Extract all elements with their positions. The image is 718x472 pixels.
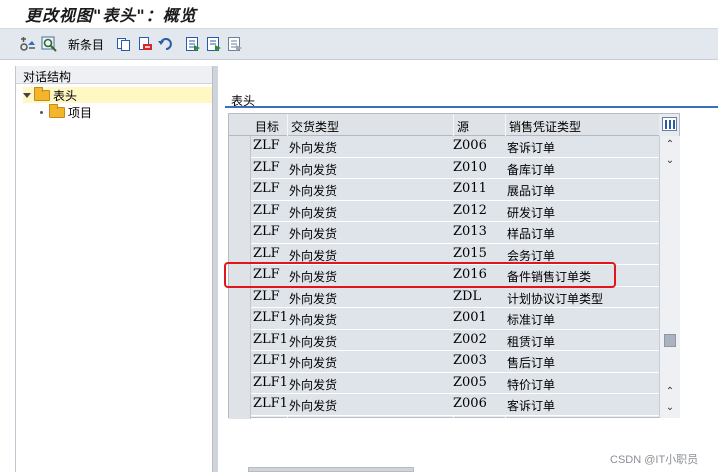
cell-source[interactable]: Z015	[453, 246, 487, 261]
column-header-sales-doc-type[interactable]: 销售凭证类型	[509, 118, 581, 135]
horizontal-scrollbar[interactable]	[248, 467, 414, 472]
cell-source[interactable]: Z006	[453, 396, 487, 411]
cell-delivery-type[interactable]: 外向发货	[289, 354, 337, 371]
cell-source[interactable]: Z010	[453, 160, 487, 175]
table-header: 目标 交货类型 源 销售凭证类型	[229, 114, 659, 136]
cell-delivery-type[interactable]: 外向发货	[289, 161, 337, 178]
cell-target[interactable]: ZLF1	[253, 310, 288, 325]
cell-target[interactable]: ZLF1	[253, 332, 288, 347]
cell-target[interactable]: ZLF1	[253, 375, 288, 390]
cell-target[interactable]: ZLF	[253, 246, 280, 261]
table-row[interactable]: ZLF 外向发货 Z010 备库订单	[251, 157, 659, 179]
cell-sales-doc-type[interactable]: 计划协议订单类型	[507, 290, 603, 307]
cell-source[interactable]: Z002	[453, 332, 487, 347]
tree-item-header[interactable]: 表头	[23, 86, 213, 103]
search-icon[interactable]	[40, 34, 60, 54]
cell-target[interactable]: ZLF	[253, 138, 280, 153]
cell-delivery-type[interactable]: 外向发货	[289, 139, 337, 156]
table-row[interactable]: ZLF 外向发货 Z012 研发订单	[251, 200, 659, 222]
panel-splitter[interactable]	[212, 66, 218, 472]
scroll-down-icon[interactable]: ⌄	[663, 155, 677, 167]
tree-bullet-icon	[40, 110, 43, 114]
highlight-box	[224, 262, 616, 288]
cell-target[interactable]: ZLF	[253, 203, 280, 218]
cell-sales-doc-type[interactable]: 特价订单	[507, 376, 555, 393]
table-row[interactable]: ZLF1 外向发货 Z006 客诉订单	[251, 394, 659, 416]
cell-delivery-type[interactable]: 外向发货	[289, 204, 337, 221]
cell-delivery-type[interactable]: 外向发货	[289, 247, 337, 264]
cell-source[interactable]: Z001	[453, 310, 487, 325]
cell-delivery-type[interactable]: 外向发货	[289, 333, 337, 350]
table-row[interactable]: ZLF 外向发货 ZDL 计划协议订单类型	[251, 286, 659, 308]
new-entries-button[interactable]: 新条目	[68, 36, 104, 53]
select-all-icon[interactable]	[184, 34, 202, 54]
cell-delivery-type[interactable]: 外向发货	[289, 182, 337, 199]
cell-sales-doc-type[interactable]: 研发订单	[507, 204, 555, 221]
page-title: 更改视图"表头"：概览	[25, 6, 197, 25]
section-divider	[225, 106, 718, 108]
cell-delivery-type[interactable]: 外向发货	[289, 376, 337, 393]
cell-target[interactable]: ZLF1	[253, 353, 288, 368]
cell-sales-doc-type[interactable]: 售后订单	[507, 354, 555, 371]
cell-sales-doc-type[interactable]: 标准订单	[507, 311, 555, 328]
cell-delivery-type[interactable]: 外向发货	[289, 397, 337, 414]
cell-sales-doc-type[interactable]: 客诉订单	[507, 139, 555, 156]
expand-arrow-icon[interactable]	[23, 92, 31, 98]
cell-source[interactable]: Z006	[453, 138, 487, 153]
tree-item-label: 表头	[53, 88, 78, 103]
cell-delivery-type[interactable]: 外向发货	[289, 311, 337, 328]
cell-sales-doc-type[interactable]: 客诉订单	[507, 397, 555, 414]
cell-source[interactable]: Z013	[453, 224, 487, 239]
dialog-structure-header: 对话结构	[16, 66, 215, 84]
cell-source[interactable]: Z011	[453, 181, 487, 196]
cell-target[interactable]: ZLF1	[253, 396, 288, 411]
cell-sales-doc-type[interactable]: 样品订单	[507, 225, 555, 242]
cell-source[interactable]: Z012	[453, 203, 487, 218]
undo-icon[interactable]	[157, 34, 175, 54]
cell-target[interactable]: ZLF	[253, 160, 280, 175]
cell-target[interactable]: ZLF	[253, 224, 280, 239]
deselect-all-icon[interactable]	[226, 34, 244, 54]
cell-target[interactable]: ZLF	[253, 181, 280, 196]
table-row[interactable]: ZLF1 外向发货 Z003 售后订单	[251, 351, 659, 373]
cell-sales-doc-type[interactable]: 展品订单	[507, 182, 555, 199]
table-row[interactable]: ZLF1 外向发货 Z002 租赁订单	[251, 329, 659, 351]
cell-sales-doc-type[interactable]: 租赁订单	[507, 333, 555, 350]
table-row[interactable]: ZLF 外向发货 Z011 展品订单	[251, 179, 659, 201]
scroll-up-icon[interactable]: ⌃	[663, 139, 677, 151]
table-row[interactable]: ZLF 外向发货 Z006 客诉订单	[251, 136, 659, 158]
column-header-target[interactable]: 目标	[255, 118, 279, 135]
vertical-scrollbar[interactable]: ⌃ ⌄ ⌃ ⌄	[659, 136, 680, 418]
table-row[interactable]: ZLF1 外向发货 Z001 标准订单	[251, 308, 659, 330]
cell-delivery-type[interactable]: 外向发货	[289, 225, 337, 242]
folder-open-icon	[34, 86, 50, 101]
title-bar: 更改视图"表头"：概览	[0, 0, 718, 28]
column-header-source[interactable]: 源	[457, 118, 469, 135]
scroll-thumb[interactable]	[664, 334, 676, 347]
watermark: CSDN @IT小职员	[610, 454, 699, 466]
scroll-up-icon[interactable]: ⌃	[663, 386, 677, 398]
dialog-structure-panel: 对话结构 表头 项目	[15, 66, 215, 472]
tree-item-label: 项目	[68, 105, 93, 120]
table-row[interactable]: ZLF1 外向发货 Z005 特价订单	[251, 372, 659, 394]
cell-sales-doc-type[interactable]: 会务订单	[507, 247, 555, 264]
delete-icon[interactable]	[136, 34, 154, 54]
toolbar: 新条目	[0, 28, 718, 60]
tree-item-items[interactable]: 项目	[40, 103, 190, 120]
cell-source[interactable]: Z003	[453, 353, 487, 368]
copy-icon[interactable]	[115, 34, 133, 54]
table-row[interactable]: ZLF 外向发货 Z013 样品订单	[251, 222, 659, 244]
table-settings-icon[interactable]	[662, 117, 677, 131]
cell-sales-doc-type[interactable]: 备库订单	[507, 161, 555, 178]
scroll-down-icon[interactable]: ⌄	[663, 402, 677, 414]
column-header-delivery-type[interactable]: 交货类型	[291, 118, 339, 135]
cell-target[interactable]: ZLF	[253, 289, 280, 304]
folder-icon	[49, 103, 65, 118]
display-change-icon[interactable]	[18, 34, 38, 54]
cell-source[interactable]: Z005	[453, 375, 487, 390]
cell-source[interactable]: ZDL	[453, 289, 481, 304]
cell-delivery-type[interactable]: 外向发货	[289, 290, 337, 307]
select-block-icon[interactable]	[205, 34, 223, 54]
